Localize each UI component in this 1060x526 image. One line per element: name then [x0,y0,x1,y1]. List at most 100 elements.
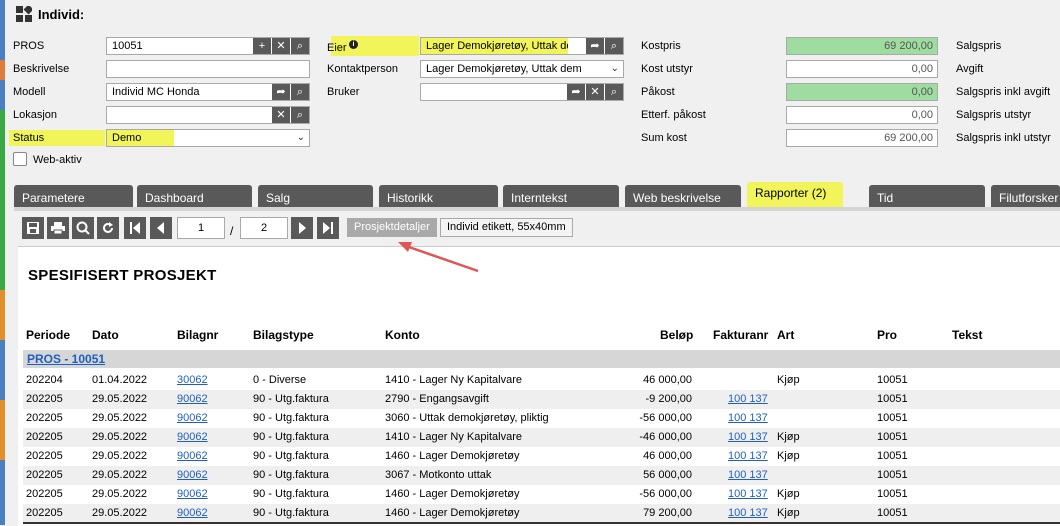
search-icon[interactable]: ⌕ [604,84,623,100]
table-row: 202205 29.05.2022 90062 90 - Utg.faktura 306… [23,409,1060,428]
cell-fakturanr[interactable]: 100 137 [728,507,768,519]
info-icon[interactable]: i [349,40,358,49]
eier-label: Eier [327,42,347,54]
status-select[interactable]: Demo ⌄ [106,129,310,147]
kostpris-label: Kostpris [641,40,681,52]
group-link[interactable]: PROS - 10051 [27,352,105,366]
print-icon[interactable] [47,217,69,239]
goto-arrow-icon[interactable]: ➦ [585,38,604,54]
table-row: 202205 29.05.2022 90062 90 - Utg.faktura 279… [23,390,1060,409]
chevron-down-icon: ⌄ [296,132,305,143]
beskrivelse-label: Beskrivelse [13,63,70,75]
cell-fakturanr[interactable]: 100 137 [728,488,768,500]
tab-parametere[interactable]: Parametere [14,185,133,209]
search-icon[interactable]: ⌕ [290,107,309,123]
goto-arrow-icon[interactable]: ➦ [271,84,290,100]
clear-icon[interactable]: ✕ [271,38,290,54]
col-art: Art [777,328,795,342]
clear-icon[interactable]: ✕ [271,107,290,123]
first-page-icon[interactable] [124,217,146,239]
report-prosjektdetaljer-button[interactable]: Prosjektdetaljer [347,218,437,237]
previous-page-icon[interactable] [150,217,172,239]
pros-field[interactable]: 10051 + ✕ ⌕ [106,37,310,55]
cell-bilagstype: 90 - Utg.faktura [253,412,329,424]
search-icon[interactable]: ⌕ [604,38,623,54]
modell-value: Individ MC Honda [112,86,200,98]
cell-bilagnr[interactable]: 90062 [177,393,208,405]
cell-periode: 202205 [26,393,63,405]
kontaktperson-select[interactable]: Lager Demokjøretøy, Uttak dem ⌄ [420,60,624,78]
cell-dato: 29.05.2022 [92,469,148,481]
web-aktiv-checkbox[interactable] [13,152,27,166]
table-row: 202205 29.05.2022 90062 90 - Utg.faktura 146… [23,485,1060,504]
tab-salg[interactable]: Salg [258,185,373,209]
tab-historikk[interactable]: Historikk [379,185,498,209]
modell-field[interactable]: Individ MC Honda ➦ ⌕ [106,83,310,101]
zoom-icon[interactable] [72,217,94,239]
refresh-icon[interactable] [97,217,119,239]
cell-art: Kjøp [777,488,800,500]
pakost-field: 0,00 [786,83,938,101]
tab-tid[interactable]: Tid [869,185,985,209]
cell-belop: 56 000,00 [643,469,692,481]
cell-konto: 3067 - Motkonto uttak [385,469,492,481]
chevron-down-icon: ⌄ [610,63,619,74]
tab-web-beskrivelse[interactable]: Web beskrivelse [625,185,741,209]
annotation-arrow [398,242,479,273]
cell-bilagnr[interactable]: 90062 [177,431,208,443]
save-icon[interactable] [22,217,44,239]
beskrivelse-field[interactable] [106,60,310,78]
goto-arrow-icon[interactable]: ➦ [566,84,585,100]
cell-fakturanr[interactable]: 100 137 [728,469,768,481]
cell-art: Kjøp [777,431,800,443]
tab-interntekst[interactable]: Interntekst [503,185,619,209]
next-page-icon[interactable] [291,217,313,239]
tab-rapporter[interactable]: Rapporter (2) [747,182,843,207]
cell-fakturanr[interactable]: 100 137 [728,431,768,443]
cell-periode: 202205 [26,431,63,443]
table-row: 202205 29.05.2022 90062 90 - Utg.faktura 141… [23,428,1060,447]
tab-filutforsker[interactable]: Filutforsker [991,185,1060,209]
cell-periode: 202205 [26,469,63,481]
sum-kost-label: Sum kost [641,132,687,144]
clear-icon[interactable]: ✕ [585,84,604,100]
salgspris-inkl-avgift-label: Salgspris inkl avgift [956,86,1051,98]
report-individ-etikett-button[interactable]: Individ etikett, 55x40mm [440,218,573,237]
search-icon[interactable]: ⌕ [290,84,309,100]
cell-fakturanr[interactable]: 100 137 [728,450,768,462]
modell-label: Modell [13,86,46,98]
last-page-icon[interactable] [317,217,339,239]
cell-bilagnr[interactable]: 90062 [177,488,208,500]
cell-pro: 10051 [877,450,908,462]
web-aktiv-label: Web-aktiv [33,154,82,166]
pros-value: 10051 [112,40,143,52]
add-icon[interactable]: + [252,38,271,54]
cell-belop: -56 000,00 [639,488,692,500]
cell-konto: 3060 - Uttak demokjøretøy, pliktig [385,412,549,424]
cell-bilagnr[interactable]: 90062 [177,469,208,481]
eier-field[interactable]: Lager Demokjøretøy, Uttak dem ➦ ⌕ [420,37,624,55]
lokasjon-field[interactable]: ✕ ⌕ [106,106,310,124]
cell-konto: 1410 - Lager Ny Kapitalvare [385,431,522,443]
salgspris-inkl-utstyr-label: Salgspris inkl utstyr [956,132,1051,144]
lokasjon-label: Lokasjon [13,109,58,121]
report-title: SPESIFISERT PROSJEKT [28,267,217,284]
tab-dashboard[interactable]: Dashboard [137,185,252,209]
col-periode: Periode [26,328,71,342]
cell-bilagstype: 90 - Utg.faktura [253,488,329,500]
cell-bilagnr[interactable]: 90062 [177,450,208,462]
cell-fakturanr[interactable]: 100 137 [728,412,768,424]
cell-bilagnr[interactable]: 30062 [177,374,208,386]
cell-fakturanr[interactable]: 100 137 [728,393,768,405]
cell-dato: 01.04.2022 [92,374,148,386]
cell-dato: 29.05.2022 [92,488,148,500]
bruker-label: Bruker [327,86,360,98]
search-icon[interactable]: ⌕ [290,38,309,54]
cell-bilagnr[interactable]: 90062 [177,412,208,424]
cell-bilagnr[interactable]: 90062 [177,507,208,519]
etterf-pakost-label: Etterf. påkost [641,109,706,121]
bruker-field[interactable]: ➦ ✕ ⌕ [420,83,624,101]
cell-konto: 2790 - Engangsavgift [385,393,489,405]
col-pro: Pro [877,328,898,342]
page-current-input[interactable]: 1 [177,217,225,239]
